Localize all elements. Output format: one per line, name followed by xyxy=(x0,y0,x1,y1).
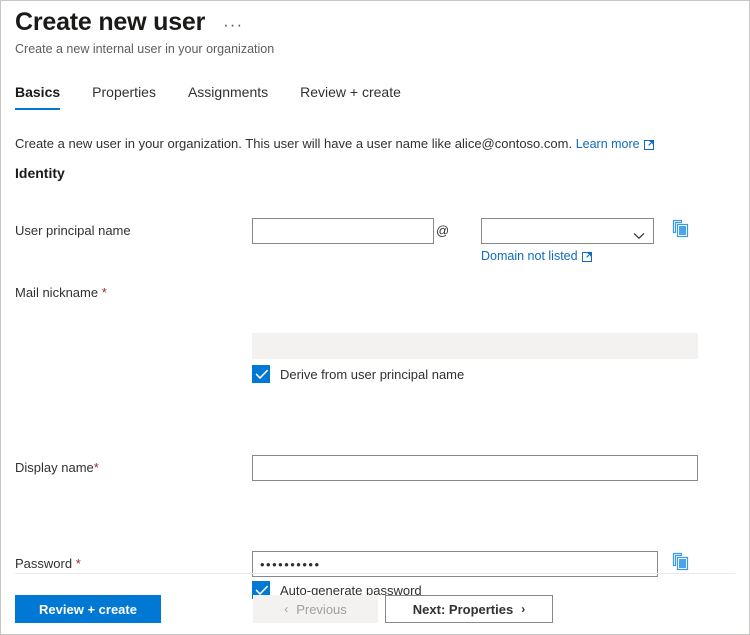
domain-select-value xyxy=(482,224,489,239)
chevron-down-icon xyxy=(633,227,645,245)
learn-more-label: Learn more xyxy=(576,137,640,151)
domain-not-listed-link[interactable]: Domain not listed xyxy=(481,249,593,265)
overflow-menu-icon[interactable]: ··· xyxy=(219,16,247,34)
chevron-right-icon: › xyxy=(521,603,525,615)
external-link-icon xyxy=(644,137,655,155)
tab-review-create[interactable]: Review + create xyxy=(300,83,420,110)
next-label: Next: Properties xyxy=(413,602,513,617)
tab-basics[interactable]: Basics xyxy=(15,83,79,110)
domain-not-listed-label: Domain not listed xyxy=(481,249,578,263)
page-title: Create new user xyxy=(15,7,205,37)
identity-form: User principal name @ Domain not listed … xyxy=(1,206,749,466)
label-password: Password * xyxy=(15,555,81,573)
row-account-enabled: Account enabled xyxy=(1,426,749,466)
footer-separator xyxy=(15,573,735,574)
label-mail-nickname: Mail nickname * xyxy=(15,284,107,302)
external-link-icon xyxy=(582,251,593,265)
tab-properties[interactable]: Properties xyxy=(92,83,175,110)
label-user-principal-name: User principal name xyxy=(15,222,131,240)
learn-more-link[interactable]: Learn more xyxy=(576,137,655,151)
tab-assignments[interactable]: Assignments xyxy=(188,83,287,110)
user-principal-name-input[interactable] xyxy=(252,218,434,244)
domain-select[interactable] xyxy=(481,218,654,244)
required-asterisk: * xyxy=(102,285,107,300)
previous-button[interactable]: ‹ Previous xyxy=(253,595,378,623)
tab-bar: Basics Properties Assignments Review + c… xyxy=(15,83,420,110)
intro-text-row: Create a new user in your organization. … xyxy=(15,135,655,155)
copy-user-principal-name-button[interactable] xyxy=(670,217,693,241)
row-display-name: Display name* xyxy=(1,322,749,370)
row-user-principal-name: User principal name @ Domain not listed xyxy=(1,206,749,266)
create-new-user-blade: Create new user ··· Create a new interna… xyxy=(0,0,750,635)
label-password-text: Password xyxy=(15,556,76,571)
label-mail-nickname-text: Mail nickname xyxy=(15,285,102,300)
required-asterisk: * xyxy=(76,556,81,571)
row-password: Password * Auto-generate password xyxy=(1,370,749,426)
intro-text: Create a new user in your organization. … xyxy=(15,136,572,151)
previous-label: Previous xyxy=(296,602,347,617)
page-subtitle: Create a new internal user in your organ… xyxy=(15,41,735,58)
row-mail-nickname: Mail nickname * Derive from user princip… xyxy=(1,266,749,322)
title-row: Create new user ··· xyxy=(15,7,735,37)
at-symbol: @ xyxy=(436,218,449,244)
review-create-button[interactable]: Review + create xyxy=(15,595,161,623)
section-title-identity: Identity xyxy=(15,165,65,181)
copy-password-button[interactable] xyxy=(670,550,693,574)
chevron-left-icon: ‹ xyxy=(284,603,288,615)
blade-header: Create new user ··· Create a new interna… xyxy=(15,7,735,58)
next-properties-button[interactable]: Next: Properties › xyxy=(385,595,553,623)
